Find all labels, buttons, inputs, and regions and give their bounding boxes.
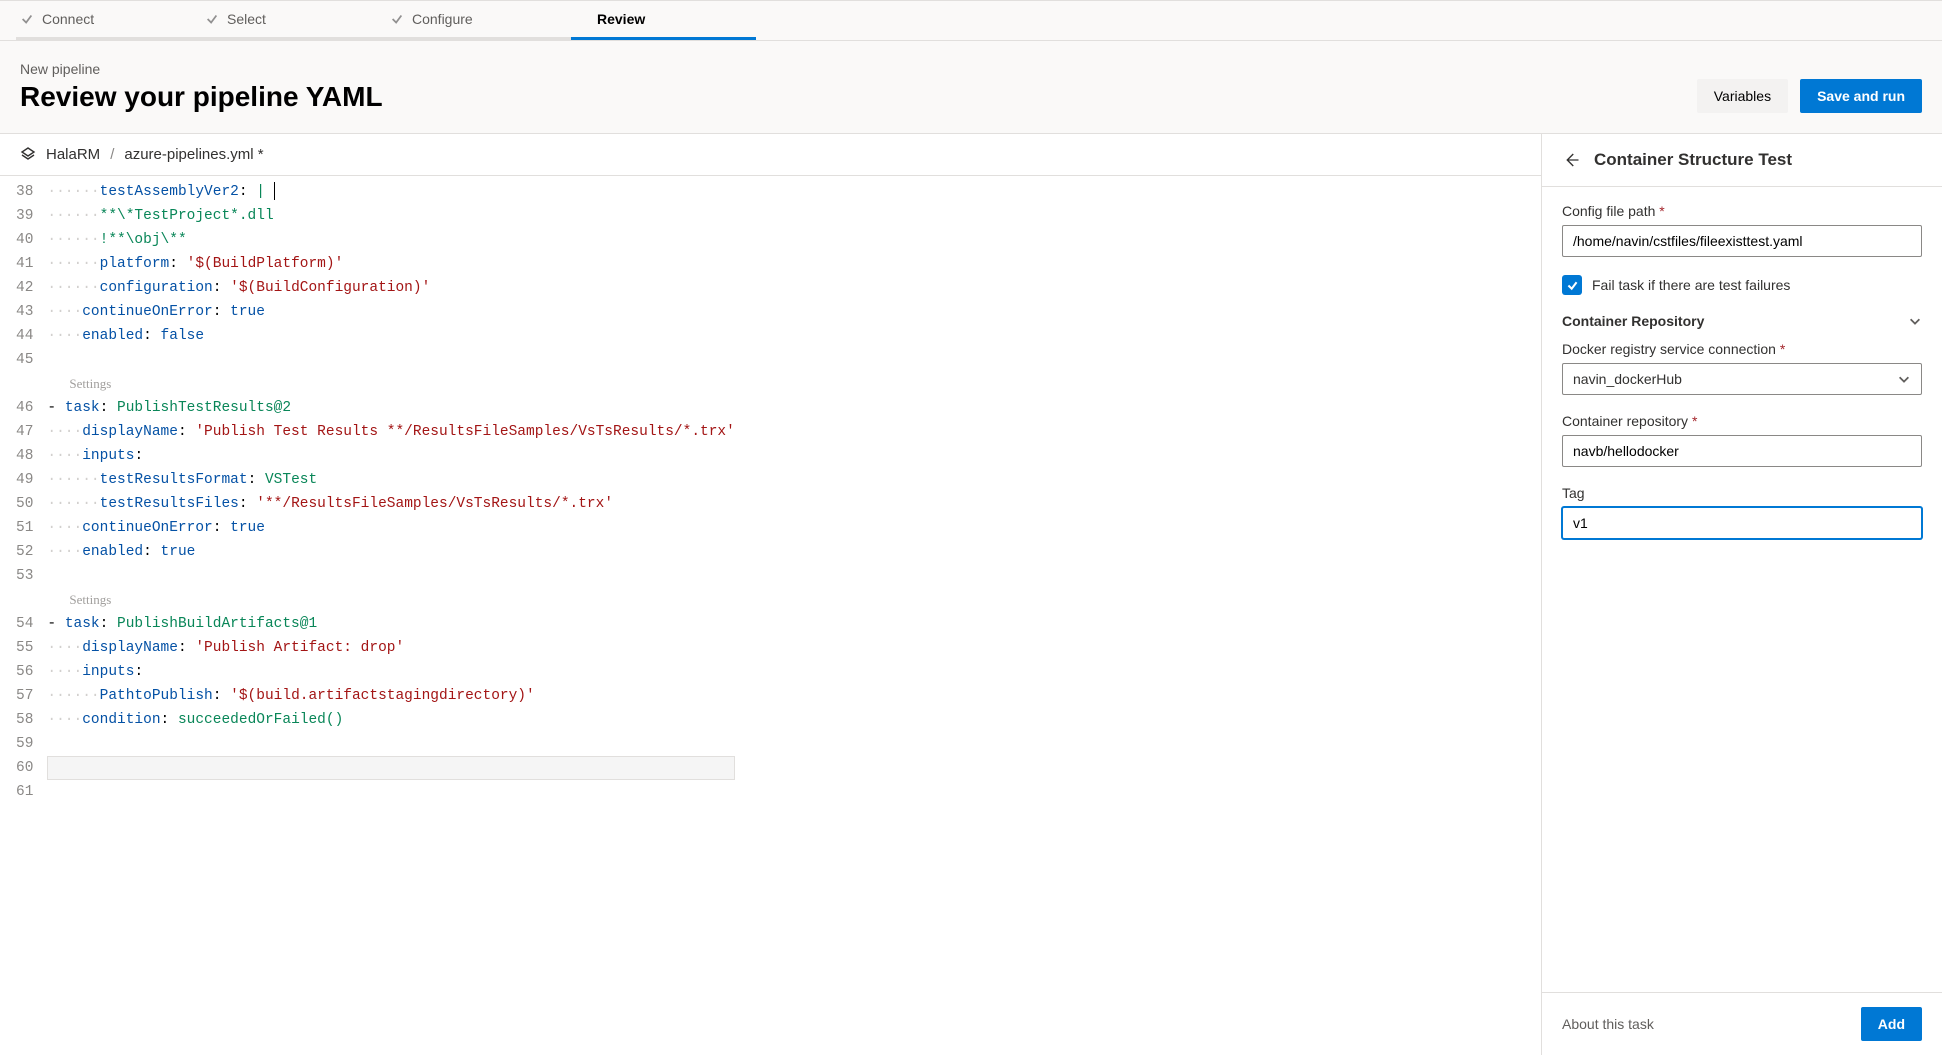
code-line[interactable] [47, 732, 734, 756]
code-line[interactable] [47, 348, 734, 372]
gutter-line-number: 50 [16, 492, 33, 516]
step-label: Configure [412, 11, 473, 27]
registry-select[interactable]: navin_dockerHub [1562, 363, 1922, 395]
variables-button[interactable]: Variables [1697, 79, 1788, 113]
code-line[interactable]: ······configuration: '$(BuildConfigurati… [47, 276, 734, 300]
code-line[interactable] [47, 756, 734, 780]
breadcrumb-separator: / [110, 146, 114, 163]
about-task-link[interactable]: About this task [1562, 1016, 1654, 1032]
tag-label: Tag [1562, 485, 1922, 501]
step-label: Review [597, 11, 645, 27]
config-path-input[interactable] [1562, 225, 1922, 257]
step-configure[interactable]: Configure [386, 1, 571, 40]
gutter-line-number: 53 [16, 564, 33, 588]
gutter-line-number: 43 [16, 300, 33, 324]
save-run-button[interactable]: Save and run [1800, 79, 1922, 113]
step-review[interactable]: Review [571, 1, 756, 40]
gutter-line-number: 38 [16, 180, 33, 204]
config-path-label: Config file path * [1562, 203, 1922, 219]
add-button[interactable]: Add [1861, 1007, 1922, 1041]
gutter-line-number: 54 [16, 612, 33, 636]
breadcrumb-repo[interactable]: HalaRM [46, 146, 100, 163]
code-line[interactable]: - task: PublishBuildArtifacts@1 [47, 612, 734, 636]
gutter-line-number: 59 [16, 732, 33, 756]
fail-task-label: Fail task if there are test failures [1592, 277, 1790, 293]
code-line[interactable]: ······**\*TestProject*.dll [47, 204, 734, 228]
registry-label: Docker registry service connection * [1562, 341, 1922, 357]
gutter-line-number: 57 [16, 684, 33, 708]
gutter-line-number: 51 [16, 516, 33, 540]
wizard-steps: Connect Select Configure Review [0, 0, 1942, 41]
code-line[interactable]: ····continueOnError: true [47, 516, 734, 540]
code-line[interactable]: ····enabled: false [47, 324, 734, 348]
step-select[interactable]: Select [201, 1, 386, 40]
gutter-line-number: 61 [16, 780, 33, 804]
yaml-editor[interactable]: 3839404142434445 4647484950515253 545556… [0, 176, 1541, 1055]
gutter-line-number: 45 [16, 348, 33, 372]
fail-task-checkbox-row[interactable]: Fail task if there are test failures [1562, 275, 1922, 295]
code-line[interactable]: ······testResultsFiles: '**/ResultsFileS… [47, 492, 734, 516]
code-line[interactable]: ····enabled: true [47, 540, 734, 564]
code-line[interactable]: ····continueOnError: true [47, 300, 734, 324]
gutter-line-number: 46 [16, 396, 33, 420]
code-line[interactable]: ····displayName: 'Publish Test Results *… [47, 420, 734, 444]
task-assistant-panel: Container Structure Test Config file pat… [1542, 134, 1942, 1055]
breadcrumb: HalaRM / azure-pipelines.yml * [0, 134, 1541, 176]
breadcrumb-file: azure-pipelines.yml * [124, 146, 263, 163]
settings-codelens[interactable]: Settings [47, 372, 734, 396]
code-line[interactable] [47, 564, 734, 588]
gutter-line-number: 49 [16, 468, 33, 492]
step-connect[interactable]: Connect [16, 1, 201, 40]
container-repository-section[interactable]: Container Repository [1562, 313, 1922, 329]
tag-input[interactable] [1562, 507, 1922, 539]
gutter-line-number: 44 [16, 324, 33, 348]
gutter-line-number: 52 [16, 540, 33, 564]
check-icon [205, 12, 219, 26]
gutter-line-number: 41 [16, 252, 33, 276]
code-line[interactable]: ······PathtoPublish: '$(build.artifactst… [47, 684, 734, 708]
step-label: Connect [42, 11, 94, 27]
gutter-line-number: 55 [16, 636, 33, 660]
code-line[interactable] [47, 780, 734, 804]
chevron-down-icon [1908, 314, 1922, 328]
checkbox-checked-icon[interactable] [1562, 275, 1582, 295]
code-line[interactable]: - task: PublishTestResults@2 [47, 396, 734, 420]
settings-codelens[interactable]: Settings [47, 588, 734, 612]
code-line[interactable]: ······platform: '$(BuildPlatform)' [47, 252, 734, 276]
gutter-line-number: 42 [16, 276, 33, 300]
check-icon [390, 12, 404, 26]
gutter-line-number: 48 [16, 444, 33, 468]
code-line[interactable]: ······testResultsFormat: VSTest [47, 468, 734, 492]
page-subtitle: New pipeline [20, 61, 1697, 77]
gutter-line-number: 58 [16, 708, 33, 732]
step-label: Select [227, 11, 266, 27]
repo-input[interactable] [1562, 435, 1922, 467]
gutter-line-number: 40 [16, 228, 33, 252]
back-arrow-icon[interactable] [1562, 151, 1580, 169]
repo-label: Container repository * [1562, 413, 1922, 429]
chevron-down-icon [1897, 372, 1911, 386]
panel-title: Container Structure Test [1594, 150, 1792, 170]
check-icon [20, 12, 34, 26]
repo-icon [20, 147, 36, 163]
code-line[interactable]: ······!**\obj\** [47, 228, 734, 252]
code-line[interactable]: ····displayName: 'Publish Artifact: drop… [47, 636, 734, 660]
code-line[interactable]: ······testAssemblyVer2: | [47, 180, 734, 204]
code-line[interactable]: ····inputs: [47, 660, 734, 684]
code-line[interactable]: ····condition: succeededOrFailed() [47, 708, 734, 732]
gutter-line-number: 39 [16, 204, 33, 228]
gutter-line-number: 60 [16, 756, 33, 780]
page-header: New pipeline Review your pipeline YAML V… [0, 41, 1942, 134]
page-title: Review your pipeline YAML [20, 81, 1697, 113]
gutter-line-number: 47 [16, 420, 33, 444]
code-line[interactable]: ····inputs: [47, 444, 734, 468]
gutter-line-number: 56 [16, 660, 33, 684]
